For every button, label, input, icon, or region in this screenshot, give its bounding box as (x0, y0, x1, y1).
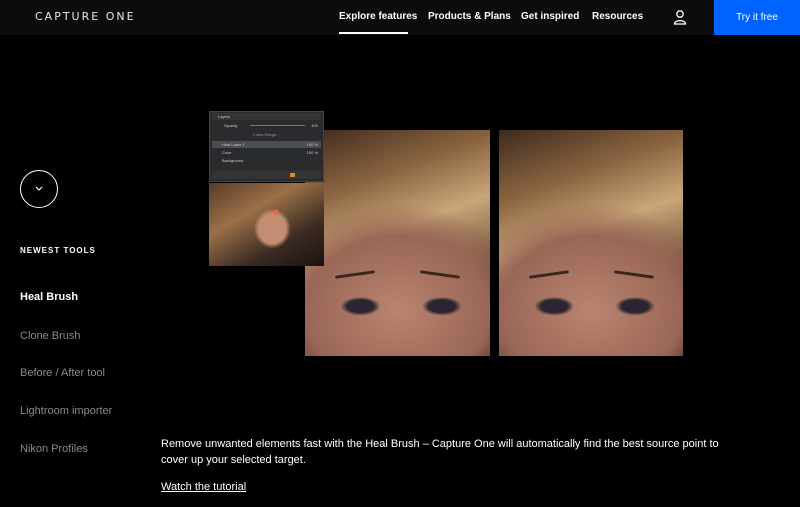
brush-icon[interactable] (290, 173, 295, 177)
tool-heal-brush[interactable]: Heal Brush (20, 291, 78, 303)
heal-thumbnail-photo (209, 183, 324, 266)
newest-tools-heading: NEWEST TOOLS (20, 246, 96, 255)
scroll-down-button[interactable] (20, 170, 58, 208)
layer-opacity: 100 % (306, 142, 318, 147)
opacity-slider[interactable] (250, 125, 305, 126)
nav-resources[interactable]: Resources (592, 11, 643, 22)
before-photo (305, 130, 490, 356)
nav-get-inspired[interactable]: Get inspired (521, 11, 579, 22)
layer-row[interactable]: Heal Layer 1 100 % (212, 141, 321, 148)
layer-opacity: 100 % (306, 150, 318, 155)
clone-range-button[interactable]: Luma Range... (212, 131, 321, 138)
user-icon[interactable] (673, 9, 687, 25)
layer-name: Background (222, 158, 244, 163)
after-photo (499, 130, 683, 356)
tool-before-after[interactable]: Before / After tool (20, 367, 105, 379)
tool-nikon-profiles[interactable]: Nikon Profiles (20, 443, 88, 455)
tool-clone-brush[interactable]: Clone Brush (20, 330, 81, 342)
top-nav-bar: CAPTURE ONE Explore features Products & … (0, 0, 800, 35)
layers-panel: Layers Opacity 100 Luma Range... Heal La… (209, 111, 324, 182)
tool-lightroom-importer[interactable]: Lightroom importer (20, 405, 112, 417)
chevron-down-icon (35, 186, 43, 191)
opacity-label: Opacity (224, 123, 238, 128)
nav-active-indicator (339, 32, 408, 34)
nav-explore-features[interactable]: Explore features (339, 11, 417, 22)
opacity-row[interactable]: Opacity 100 (212, 122, 321, 129)
try-it-free-button[interactable]: Try it free (714, 0, 800, 35)
feature-description: Remove unwanted elements fast with the H… (161, 438, 719, 466)
layer-name: Heal Layer 1 (222, 142, 245, 147)
watch-tutorial-link[interactable]: Watch the tutorial (161, 481, 246, 493)
layer-row[interactable]: Color 100 % (212, 149, 321, 156)
opacity-value: 100 (311, 123, 318, 128)
layer-row[interactable]: Background (212, 157, 321, 164)
layers-panel-header: Layers (212, 113, 321, 120)
layer-name: Color (222, 150, 232, 155)
nav-products-plans[interactable]: Products & Plans (428, 11, 511, 22)
layers-panel-title: Layers (218, 114, 231, 119)
capture-one-logo[interactable]: CAPTURE ONE (35, 10, 136, 23)
layers-toolbar[interactable] (212, 171, 321, 179)
